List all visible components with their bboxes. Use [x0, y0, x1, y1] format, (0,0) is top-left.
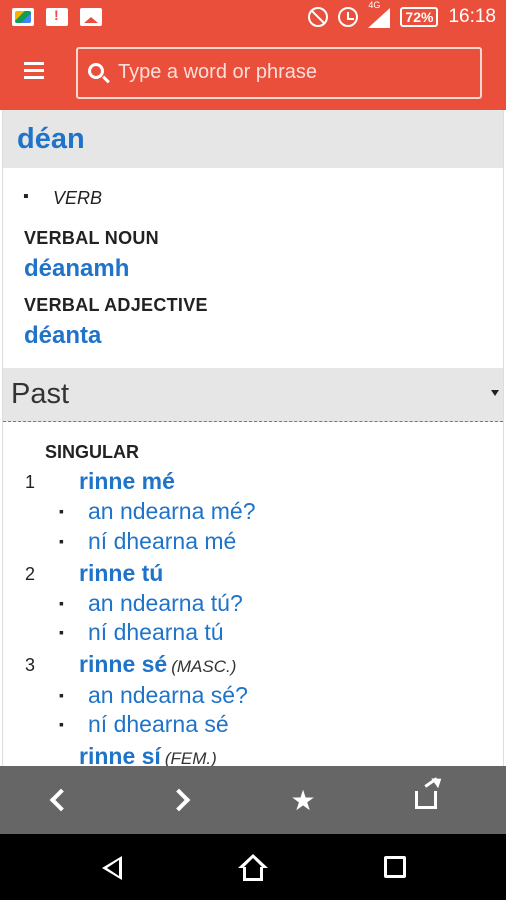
variant-form[interactable]: an ndearna tú?	[88, 590, 243, 617]
conjugated-form-text: rinne tú	[79, 560, 164, 586]
part-of-speech: ▪ VERB	[23, 188, 103, 209]
bullet: ▪	[59, 503, 64, 519]
search-icon	[88, 63, 104, 79]
person-number: 3	[25, 655, 36, 675]
star-icon: ★	[290, 784, 316, 816]
variant-form[interactable]: ní dhearna sé	[88, 711, 229, 738]
image-notification-icon	[80, 8, 102, 26]
app-bar	[0, 36, 506, 110]
system-nav-bar	[0, 834, 506, 900]
share-button[interactable]	[408, 782, 444, 818]
verbal-noun-link[interactable]: déanamh	[24, 255, 129, 283]
variant-form[interactable]: ní dhearna tú	[88, 619, 224, 646]
bullet: ▪	[23, 188, 29, 205]
nav-home-icon[interactable]	[238, 854, 268, 882]
favorite-button[interactable]: ★	[285, 782, 321, 818]
number-label: SINGULAR	[45, 442, 139, 462]
conjugated-form[interactable]: rinne sí (FEM.)	[79, 743, 217, 766]
photos-notification-icon	[12, 8, 34, 26]
network-type: 4G	[368, 0, 381, 10]
do-not-disturb-icon	[308, 7, 329, 27]
bullet: ▪	[59, 716, 64, 732]
back-button[interactable]	[40, 782, 76, 818]
headword-bar: déan	[3, 110, 503, 168]
bullet: ▪	[59, 687, 64, 703]
conjugated-form[interactable]: rinne mé	[79, 468, 179, 495]
conjugated-form[interactable]: rinne sé (MASC.)	[79, 651, 236, 678]
bullet: ▪	[59, 624, 64, 640]
form-note: (FEM.)	[164, 749, 217, 766]
part-of-speech-label: VERB	[53, 188, 103, 208]
nav-back-icon[interactable]	[102, 856, 122, 880]
conjugated-form-text: rinne sé	[79, 651, 168, 677]
signal-icon: 4G	[368, 0, 391, 28]
search-input[interactable]	[118, 61, 468, 84]
status-bar: 4G 72% 16:18	[0, 0, 506, 36]
variant-form[interactable]: an ndearna sé?	[88, 682, 248, 709]
verbal-adjective-link[interactable]: déanta	[24, 322, 101, 350]
menu-button[interactable]	[24, 62, 52, 84]
headword: déan	[17, 123, 85, 155]
person-number: 2	[25, 564, 36, 584]
bullet: ▪	[59, 595, 64, 611]
verbal-adjective-label: VERBAL ADJECTIVE	[24, 295, 208, 315]
bullet: ▪	[59, 533, 64, 549]
menu-icon	[24, 62, 44, 65]
clock: 16:18	[448, 6, 496, 27]
message-notification-icon	[46, 7, 68, 26]
variant-form[interactable]: an ndearna mé?	[88, 498, 256, 525]
entry-content[interactable]: déan ▪ VERB VERBAL NOUN déanamh VERBAL A…	[2, 110, 504, 766]
tense-title: Past	[11, 378, 70, 410]
search-box[interactable]	[76, 47, 482, 99]
form-note: (MASC.)	[171, 657, 237, 676]
person-number: 1	[25, 472, 36, 492]
system-icons: 4G 72% 16:18	[308, 0, 496, 28]
chevron-right-icon	[167, 788, 191, 812]
bottom-toolbar: ★	[0, 766, 506, 834]
tense-selector[interactable]: Past	[3, 368, 503, 422]
share-icon	[415, 791, 437, 809]
alarm-icon	[338, 7, 359, 27]
conjugated-form-text: rinne sí	[79, 743, 161, 766]
verbal-noun-label: VERBAL NOUN	[24, 228, 159, 248]
variant-form[interactable]: ní dhearna mé	[88, 528, 236, 555]
dropdown-arrow-icon	[491, 390, 499, 396]
forward-button[interactable]	[164, 782, 200, 818]
nav-recents-icon[interactable]	[384, 856, 406, 878]
conjugated-form-text: rinne mé	[79, 468, 175, 494]
notification-icons	[12, 7, 102, 26]
battery-indicator: 72%	[400, 7, 439, 27]
chevron-left-icon	[49, 788, 73, 812]
conjugated-form[interactable]: rinne tú	[79, 560, 167, 587]
